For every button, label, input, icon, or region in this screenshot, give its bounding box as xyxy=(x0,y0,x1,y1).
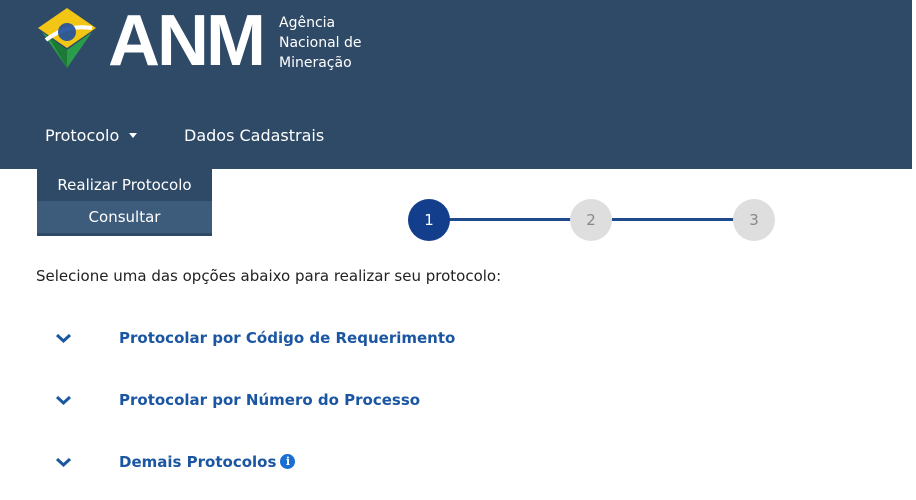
accordion-label: Demais Protocolos xyxy=(119,453,277,471)
chevron-down-icon xyxy=(55,395,72,406)
step-connector xyxy=(449,218,571,221)
chevron-down-icon xyxy=(55,333,72,344)
logo-sub-line: Agência xyxy=(279,15,336,31)
caret-down-icon xyxy=(129,133,138,138)
accordion-numero-processo[interactable]: Protocolar por Número do Processo xyxy=(0,384,912,418)
top-header: ANM Agência Nacional de Mineração Protoc… xyxy=(0,0,912,169)
logo-wordmark[interactable]: ANM xyxy=(108,5,266,77)
nav-item-protocolo[interactable]: Protocolo xyxy=(45,126,138,146)
logo-sub-line: Nacional de xyxy=(279,35,362,51)
chevron-down-icon xyxy=(55,457,72,468)
nav-item-label: Protocolo xyxy=(45,126,120,145)
menu-item-realizar-protocolo[interactable]: Realizar Protocolo xyxy=(37,169,212,201)
protocolo-dropdown-menu: Realizar Protocolo Consultar xyxy=(37,169,212,236)
accordion-label: Protocolar por Código de Requerimento xyxy=(119,329,456,347)
accordion-codigo-requerimento[interactable]: Protocolar por Código de Requerimento xyxy=(0,322,912,356)
nav-item-dados-cadastrais[interactable]: Dados Cadastrais xyxy=(184,126,324,146)
logo-sub-line: Mineração xyxy=(279,55,352,71)
step-2: 2 xyxy=(570,199,612,241)
logo-subtitle: Agência Nacional de Mineração xyxy=(279,13,362,73)
accordion-label-wrap: Demais Protocolos i xyxy=(119,452,296,472)
step-3: 3 xyxy=(733,199,775,241)
menu-item-consultar[interactable]: Consultar xyxy=(37,201,212,233)
accordion-label: Protocolar por Número do Processo xyxy=(119,391,421,409)
step-1: 1 xyxy=(408,199,450,241)
step-connector xyxy=(612,218,734,221)
info-icon[interactable]: i xyxy=(280,454,296,469)
anm-logo-icon xyxy=(38,8,96,68)
accordion-demais-protocolos[interactable]: Demais Protocolos i xyxy=(0,446,912,480)
intro-text: Selecione uma das opções abaixo para rea… xyxy=(36,267,502,285)
